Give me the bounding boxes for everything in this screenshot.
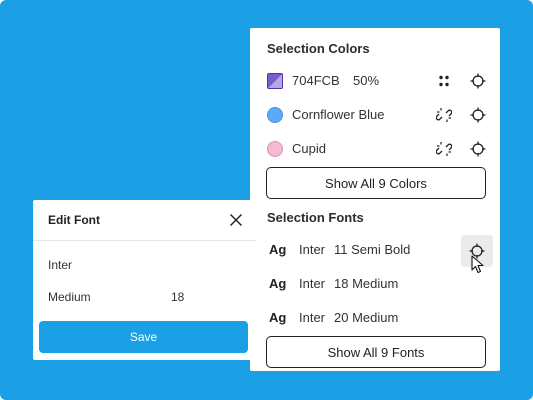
detach-link-icon[interactable] bbox=[436, 141, 452, 157]
color-row-cornflower-blue[interactable]: Cornflower Blue bbox=[250, 99, 500, 133]
color-label: Cornflower Blue bbox=[292, 107, 385, 122]
color-swatch bbox=[267, 141, 283, 157]
edit-font-modal: Edit Font Inter Medium 18 Save bbox=[33, 200, 256, 360]
color-row-cupid[interactable]: Cupid bbox=[250, 133, 500, 167]
color-swatch bbox=[267, 107, 283, 123]
color-swatch bbox=[267, 73, 283, 89]
font-size-field[interactable]: 18 bbox=[171, 290, 184, 304]
target-icon[interactable] bbox=[470, 73, 486, 89]
font-preview-icon: Ag bbox=[269, 310, 287, 325]
font-spec: 18 Medium bbox=[334, 276, 399, 291]
font-preview-icon: Ag bbox=[269, 242, 287, 257]
font-preview-icon: Ag bbox=[269, 276, 287, 291]
font-row-inter-20-medium[interactable]: Ag Inter 20 Medium bbox=[250, 302, 500, 336]
close-icon[interactable] bbox=[229, 213, 243, 227]
font-family: Inter bbox=[299, 276, 326, 291]
font-spec: 20 Medium bbox=[334, 310, 399, 325]
font-spec: 11 Semi Bold bbox=[334, 242, 411, 257]
selection-fonts-title: Selection Fonts bbox=[267, 210, 364, 225]
color-label: Cupid bbox=[292, 141, 326, 156]
font-family-field[interactable]: Inter bbox=[48, 258, 72, 272]
selection-colors-title: Selection Colors bbox=[267, 41, 370, 56]
color-label: 704FCB bbox=[292, 73, 340, 88]
font-family: Inter bbox=[299, 310, 326, 325]
selection-panel: Selection Colors 704FCB 50% Cornflower B… bbox=[250, 28, 500, 371]
save-button[interactable]: Save bbox=[39, 321, 248, 353]
target-icon[interactable] bbox=[470, 107, 486, 123]
color-row-704fcb[interactable]: 704FCB 50% bbox=[250, 65, 500, 99]
show-all-colors-button[interactable]: Show All 9 Colors bbox=[266, 167, 486, 199]
detach-link-icon[interactable] bbox=[436, 107, 452, 123]
font-weight-field[interactable]: Medium bbox=[48, 290, 91, 304]
font-family: Inter bbox=[299, 242, 326, 257]
show-all-fonts-button[interactable]: Show All 9 Fonts bbox=[266, 336, 486, 368]
modal-divider bbox=[33, 240, 256, 241]
style-dots-icon[interactable] bbox=[436, 73, 452, 89]
font-row-inter-11-semi-bold[interactable]: Ag Inter 11 Semi Bold bbox=[250, 234, 500, 274]
font-row-inter-18-medium[interactable]: Ag Inter 18 Medium bbox=[250, 268, 500, 302]
target-icon[interactable] bbox=[470, 141, 486, 157]
color-opacity: 50% bbox=[353, 73, 380, 88]
modal-title: Edit Font bbox=[48, 213, 100, 227]
